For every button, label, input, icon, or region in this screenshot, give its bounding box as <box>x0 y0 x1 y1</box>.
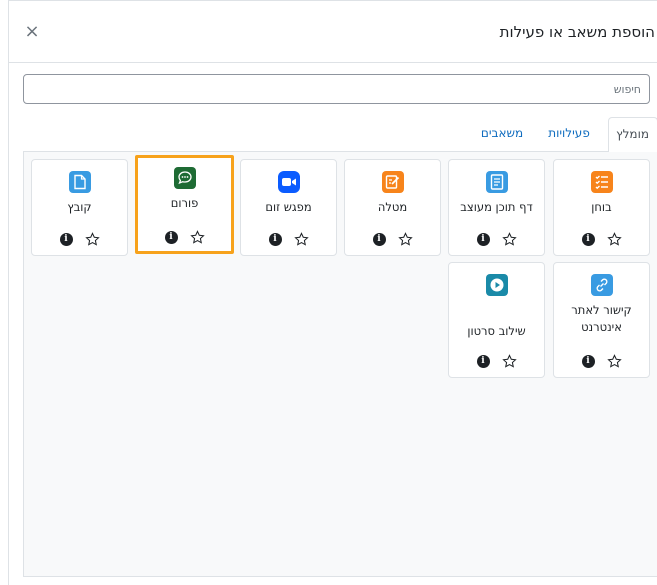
module-grid: בוחן i דף תוכן מעוצב i מטלה i מפגש זום i… <box>23 152 657 577</box>
star-icon[interactable] <box>189 229 205 245</box>
info-icon[interactable]: i <box>59 232 73 246</box>
module-label: קובץ <box>67 200 92 214</box>
module-label: בוחן <box>591 200 612 214</box>
zoom-camera-icon <box>277 171 300 193</box>
tab-bar: מומלץ פעילויות משאבים <box>23 117 657 153</box>
add-activity-modal: הוספת משאב או פעילות × מומלץ פעילויות מש… <box>8 0 657 585</box>
file-icon <box>68 171 91 193</box>
info-icon[interactable]: i <box>476 232 490 246</box>
module-card-forum[interactable]: פורום i <box>135 155 234 254</box>
module-label: מטלה <box>377 200 408 214</box>
page-icon <box>485 171 508 193</box>
module-label: דף תוכן מעוצב <box>460 200 533 214</box>
close-button[interactable]: × <box>23 23 41 41</box>
star-icon[interactable] <box>606 231 622 247</box>
star-icon[interactable] <box>501 353 517 369</box>
module-card-quiz[interactable]: בוחן i <box>553 159 650 256</box>
star-icon[interactable] <box>293 231 309 247</box>
module-card-video[interactable]: שילוב סרטון i <box>448 262 545 378</box>
module-label: שילוב סרטון <box>467 324 526 338</box>
tab-recommended[interactable]: מומלץ <box>608 117 657 153</box>
module-card-zoom[interactable]: מפגש זום i <box>240 159 337 256</box>
module-label: קישור לאתר אינטרנט <box>571 303 632 334</box>
info-icon[interactable]: i <box>581 232 595 246</box>
module-label: מפגש זום <box>265 200 312 214</box>
modal-title: הוספת משאב או פעילות <box>499 23 655 41</box>
video-play-icon <box>485 274 508 296</box>
module-card-assignment[interactable]: מטלה i <box>344 159 441 256</box>
info-icon[interactable]: i <box>164 230 178 244</box>
info-icon[interactable]: i <box>268 232 282 246</box>
tab-activities[interactable]: פעילויות <box>535 117 603 152</box>
info-icon[interactable]: i <box>476 354 490 368</box>
quiz-icon <box>590 171 613 193</box>
star-icon[interactable] <box>397 231 413 247</box>
star-icon[interactable] <box>501 231 517 247</box>
module-card-file[interactable]: קובץ i <box>31 159 128 256</box>
star-icon[interactable] <box>84 231 100 247</box>
star-icon[interactable] <box>606 353 622 369</box>
module-card-page[interactable]: דף תוכן מעוצב i <box>448 159 545 256</box>
tab-resources[interactable]: משאבים <box>470 117 534 152</box>
forum-chat-icon <box>173 167 196 189</box>
module-label: פורום <box>170 196 199 210</box>
modal-header: הוספת משאב או פעילות × <box>9 1 657 63</box>
info-icon[interactable]: i <box>581 354 595 368</box>
search-input[interactable] <box>23 74 650 104</box>
module-card-url[interactable]: קישור לאתר אינטרנט i <box>553 262 650 378</box>
assignment-icon <box>381 171 404 193</box>
info-icon[interactable]: i <box>372 232 386 246</box>
link-icon <box>590 274 613 296</box>
